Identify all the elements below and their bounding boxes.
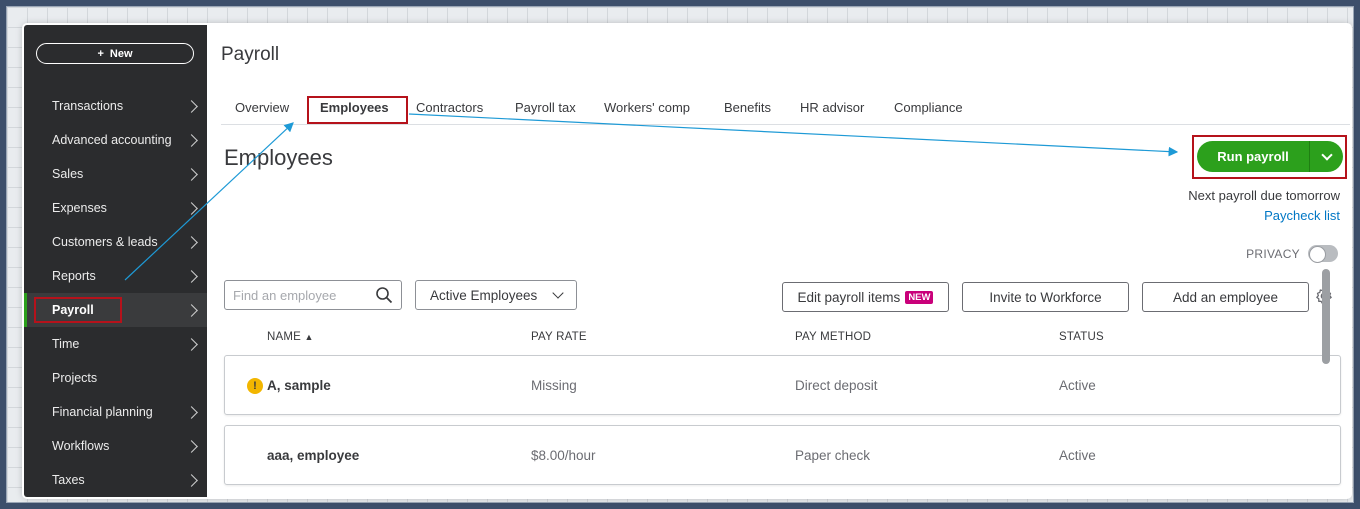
column-header-pay-rate: PAY RATE: [531, 331, 587, 343]
add-employee-label: Add an employee: [1172, 289, 1279, 305]
sidebar-item-time[interactable]: Time: [24, 327, 207, 361]
chevron-right-icon: [185, 167, 198, 181]
chevron-right-icon: [185, 405, 198, 419]
column-header-status: STATUS: [1059, 331, 1104, 343]
sidebar-item-label: Customers & leads: [52, 235, 158, 249]
edit-payroll-items-button[interactable]: Edit payroll items NEW: [782, 282, 949, 312]
tab-workers-comp[interactable]: Workers' comp: [604, 100, 690, 115]
add-employee-button[interactable]: Add an employee: [1142, 282, 1309, 312]
tab-overview[interactable]: Overview: [235, 100, 289, 115]
sidebar-item-label: Transactions: [52, 99, 124, 113]
quickbooks-app-window: + New Transactions Advanced accounting S…: [24, 25, 1350, 497]
column-header-name-label: NAME: [267, 331, 302, 343]
privacy-label: PRIVACY: [1246, 246, 1300, 261]
chevron-right-icon: [185, 269, 198, 283]
chevron-right-icon: [185, 133, 198, 147]
employee-pay-rate: $8.00/hour: [531, 448, 596, 463]
employee-pay-rate: Missing: [531, 378, 577, 393]
invite-label: Invite to Workforce: [989, 289, 1102, 305]
tab-contractors[interactable]: Contractors: [416, 100, 483, 115]
employee-status: Active: [1059, 448, 1096, 463]
table-row[interactable]: aaa, employee $8.00/hour Paper check Act…: [224, 425, 1341, 485]
column-header-pay-method: PAY METHOD: [795, 331, 872, 343]
sidebar-item-label: Sales: [52, 167, 84, 181]
chevron-right-icon: [185, 337, 198, 351]
sidebar-item-label: Projects: [52, 371, 98, 385]
search-icon[interactable]: [375, 286, 393, 304]
run-payroll-split-button: Run payroll: [1197, 141, 1343, 172]
sidebar-item-workflows[interactable]: Workflows: [24, 429, 207, 463]
new-button-label: New: [109, 47, 133, 60]
left-nav-sidebar: + New Transactions Advanced accounting S…: [24, 25, 207, 497]
column-header-name[interactable]: NAME ▲: [267, 331, 314, 343]
plus-icon: +: [97, 47, 104, 60]
sidebar-item-expenses[interactable]: Expenses: [24, 191, 207, 225]
sidebar-item-reports[interactable]: Reports: [24, 259, 207, 293]
scrollbar-thumb[interactable]: [1322, 269, 1330, 364]
sidebar-item-projects[interactable]: Projects: [24, 361, 207, 395]
sidebar-item-label: Workflows: [52, 439, 110, 453]
chevron-right-icon: [185, 235, 198, 249]
sidebar-item-financial-planning[interactable]: Financial planning: [24, 395, 207, 429]
chevron-right-icon: [185, 303, 198, 317]
chevron-right-icon: [185, 439, 198, 453]
employees-tab-highlight-box: [307, 96, 408, 124]
sidebar-item-label: Reports: [52, 269, 96, 283]
chevron-down-icon: [552, 287, 564, 299]
sidebar-item-label: Expenses: [52, 201, 107, 215]
new-button[interactable]: + New: [36, 43, 194, 64]
tab-benefits[interactable]: Benefits: [724, 100, 771, 115]
new-badge: NEW: [905, 290, 934, 304]
privacy-toggle[interactable]: [1308, 245, 1338, 263]
employee-status-filter[interactable]: Active Employees: [415, 280, 577, 310]
sidebar-item-label: Advanced accounting: [52, 133, 172, 147]
privacy-toggle-group: PRIVACY: [1246, 245, 1338, 263]
screenshot-frame: + New Transactions Advanced accounting S…: [6, 6, 1354, 503]
payroll-highlight-box: [34, 297, 122, 323]
paycheck-list-link[interactable]: Paycheck list: [1264, 208, 1340, 223]
run-payroll-highlight-box: Run payroll: [1192, 135, 1347, 179]
employee-status: Active: [1059, 378, 1096, 393]
employees-heading: Employees: [224, 145, 333, 170]
tab-hr-advisor[interactable]: HR advisor: [800, 100, 864, 115]
main-content: Payroll Overview Employees Contractors P…: [207, 25, 1350, 497]
warning-icon: !: [247, 378, 263, 394]
sidebar-item-advanced-accounting[interactable]: Advanced accounting: [24, 123, 207, 157]
sidebar-item-sales[interactable]: Sales: [24, 157, 207, 191]
next-payroll-notice: Next payroll due tomorrow: [1188, 188, 1340, 203]
employee-name[interactable]: A, sample: [267, 378, 331, 393]
employee-search-input[interactable]: Find an employee: [224, 280, 402, 310]
employee-pay-method: Paper check: [795, 448, 871, 463]
sidebar-item-transactions[interactable]: Transactions: [24, 89, 207, 123]
sort-ascending-icon: ▲: [304, 332, 314, 342]
employee-name[interactable]: aaa, employee: [267, 448, 359, 463]
filter-value: Active Employees: [430, 287, 538, 303]
search-placeholder: Find an employee: [233, 288, 337, 303]
chevron-right-icon: [185, 201, 198, 215]
tab-compliance[interactable]: Compliance: [894, 100, 963, 115]
chevron-right-icon: [185, 99, 198, 113]
sidebar-item-taxes[interactable]: Taxes: [24, 463, 207, 497]
sidebar-item-label: Time: [52, 337, 80, 351]
chevron-right-icon: [185, 473, 198, 487]
page-title: Payroll: [221, 44, 280, 65]
run-payroll-dropdown-button[interactable]: [1310, 148, 1343, 161]
chevron-down-icon: [1320, 148, 1333, 161]
run-payroll-button[interactable]: Run payroll: [1197, 149, 1309, 164]
sidebar-item-customers-leads[interactable]: Customers & leads: [24, 225, 207, 259]
sidebar-item-label: Financial planning: [52, 405, 153, 419]
edit-payroll-items-label: Edit payroll items: [797, 289, 901, 305]
employee-pay-method: Direct deposit: [795, 378, 878, 393]
tab-payroll-tax[interactable]: Payroll tax: [515, 100, 576, 115]
invite-to-workforce-button[interactable]: Invite to Workforce: [962, 282, 1129, 312]
table-row[interactable]: ! A, sample Missing Direct deposit Activ…: [224, 355, 1341, 415]
sidebar-item-label: Taxes: [52, 473, 85, 487]
